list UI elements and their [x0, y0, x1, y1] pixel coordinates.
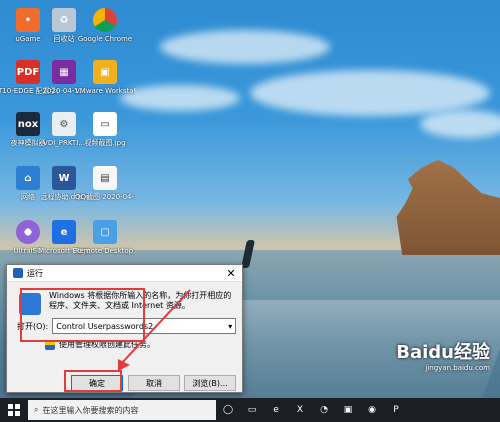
search-icon: ⌕ — [34, 405, 39, 414]
watermark-brand: Baidu经验 — [396, 342, 490, 363]
desktop-icon-vmware[interactable]: ▣ VMware Workstati... — [75, 60, 135, 118]
google-chrome-icon — [93, 8, 117, 32]
desktop: • uGame ♻ 回收站 Google Chrome PDF T10-EDGE… — [0, 0, 500, 398]
cancel-button[interactable]: 取消 — [128, 375, 180, 391]
desktop-icon-label: Google Chrome — [77, 35, 133, 43]
excel-icon[interactable]: X — [288, 398, 312, 422]
gear-file-icon: ⚙ — [52, 112, 76, 136]
taskbar-search-box[interactable]: ⌕ 在这里输入你要搜索的内容 — [28, 400, 216, 420]
cortana-icon[interactable]: ◯ — [216, 398, 240, 422]
screenshot-icon: ▤ — [93, 166, 117, 190]
windows-start-button[interactable] — [0, 398, 28, 422]
desktop-icon-label: 视频截图.jpg — [84, 139, 126, 147]
remote-desktop-icon: ▢ — [93, 220, 117, 244]
vmware-icon: ▣ — [93, 60, 117, 84]
edge-icon: e — [52, 220, 76, 244]
desktop-icon-qq[interactable]: ▤ QQ截图 2020-04-1... — [75, 166, 135, 224]
archive-icon: ▦ — [52, 60, 76, 84]
edge-taskbar-icon[interactable]: e — [264, 398, 288, 422]
recycle-bin-icon: ♻ — [52, 8, 76, 32]
baidu-watermark: Baidu经验 jingyan.baidu.com — [396, 338, 490, 372]
run-dialog-titlebar[interactable]: 运行 ✕ — [7, 265, 242, 282]
run-dialog-title: 运行 — [27, 268, 43, 278]
wechat-icon[interactable]: ◔ — [312, 398, 336, 422]
watermark-url: jingyan.baidu.com — [425, 364, 490, 372]
run-icon — [13, 268, 23, 278]
desktop-icon-google-chrome[interactable]: Google Chrome — [75, 8, 135, 66]
taskbar-search-placeholder: 在这里输入你要搜索的内容 — [42, 405, 139, 415]
desktop-icon-label: QQ截图 2020-04-1... — [75, 193, 135, 201]
close-icon[interactable]: ✕ — [220, 267, 242, 280]
task-view-icon[interactable]: ▭ — [240, 398, 264, 422]
taskbar: ⌕ 在这里输入你要搜索的内容 ◯ ▭ e X ◔ ▣ ◉ P — [0, 398, 500, 422]
browse-button[interactable]: 浏览(B)... — [184, 375, 236, 391]
powerpoint-icon[interactable]: P — [384, 398, 408, 422]
desktop-icon-jpg[interactable]: ▭ 视频截图.jpg — [75, 112, 135, 170]
app-icon[interactable]: ◉ — [360, 398, 384, 422]
word-icon: W — [52, 166, 76, 190]
windows-logo-icon — [8, 404, 20, 416]
desktop-icon-label: Remote Desktop... — [75, 247, 135, 255]
desktop-icon-label: VMware Workstati... — [75, 87, 135, 95]
chevron-down-icon[interactable]: ▾ — [228, 322, 232, 331]
folder-icon[interactable]: ▣ — [336, 398, 360, 422]
rock-formation — [396, 160, 500, 255]
image-file-icon: ▭ — [93, 112, 117, 136]
annotation-arrow — [118, 289, 191, 371]
